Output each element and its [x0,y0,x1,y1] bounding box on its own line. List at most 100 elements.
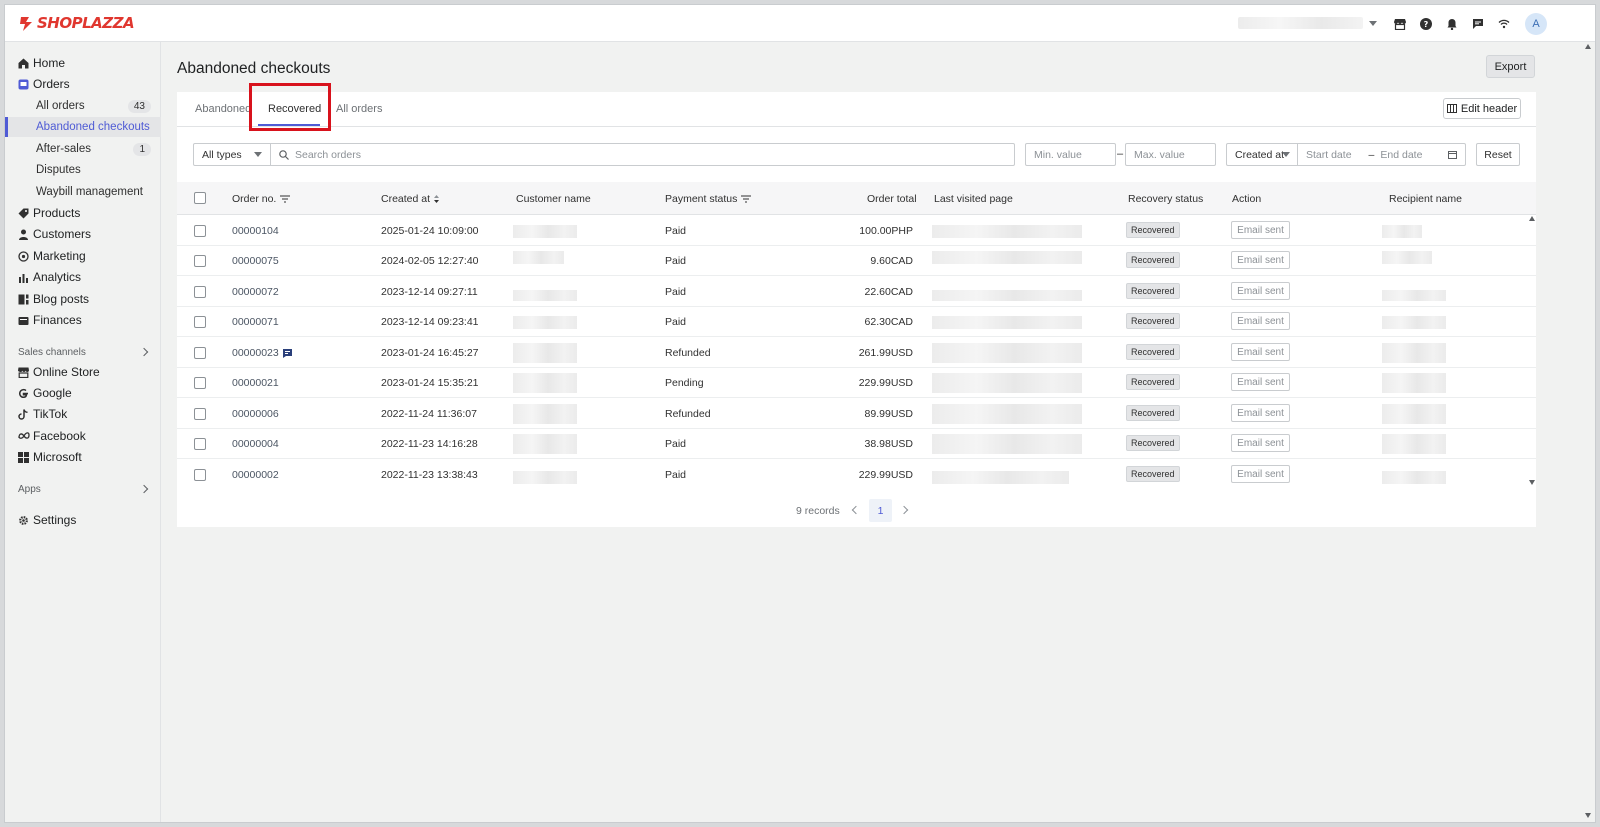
email-sent-button[interactable]: Email sent [1231,404,1290,422]
table-row[interactable]: 00000002 2022-11-23 13:38:43 Paid 229.99… [177,460,1536,490]
sidebar-item-waybill[interactable]: Waybill management [5,182,161,202]
max-value-input[interactable]: Max. value [1125,143,1216,166]
tab-abandoned[interactable]: Abandoned [195,103,251,115]
sidebar-item-facebook[interactable]: Facebook [5,426,161,446]
sidebar-item-tiktok[interactable]: TikTok [5,404,161,424]
sidebar-item-label: All orders [36,100,85,112]
edit-header-button[interactable]: Edit header [1443,98,1521,119]
column-customer-name: Customer name [516,193,591,205]
order-number-link[interactable]: 00000023 [232,347,279,359]
chat-icon[interactable] [1469,15,1487,33]
avatar[interactable]: A [1525,13,1547,35]
row-checkbox[interactable] [194,347,206,359]
order-number-link[interactable]: 00000006 [232,408,279,420]
order-number-link[interactable]: 00000072 [232,286,279,298]
search-input[interactable]: Search orders [270,143,1015,166]
type-select[interactable]: All types [193,143,271,166]
email-sent-button[interactable]: Email sent [1231,282,1290,300]
column-order-no[interactable]: Order no. [232,193,291,205]
export-button[interactable]: Export [1486,55,1535,78]
recovery-status-badge: Recovered [1126,252,1180,268]
order-total-value: 229.99USD [858,469,913,481]
row-checkbox[interactable] [194,408,206,420]
sidebar-item-all-orders[interactable]: All orders 43 [5,96,161,116]
order-number-link[interactable]: 00000075 [232,255,279,267]
filter-icon[interactable] [280,195,291,203]
row-checkbox[interactable] [194,316,206,328]
payment-status-value: Paid [665,225,687,237]
row-checkbox[interactable] [194,255,206,267]
email-sent-button[interactable]: Email sent [1231,373,1290,391]
order-number-link[interactable]: 00000004 [232,438,279,450]
store-icon[interactable] [1391,15,1409,33]
table-row[interactable]: 00000072 2023-12-14 09:27:11 Paid 22.60C… [177,277,1536,307]
table-row[interactable]: 00000006 2022-11-24 11:36:07 Refunded 89… [177,399,1536,429]
order-number-link[interactable]: 00000021 [232,377,279,389]
sidebar-item-disputes[interactable]: Disputes [5,160,161,180]
page-scroll-up-icon[interactable] [1585,44,1591,49]
sort-icon[interactable] [434,195,440,203]
help-icon[interactable]: ? [1417,15,1435,33]
row-checkbox[interactable] [194,438,206,450]
email-sent-button[interactable]: Email sent [1231,312,1290,330]
email-sent-button[interactable]: Email sent [1231,221,1290,239]
chevron-right-icon[interactable] [899,505,909,515]
sidebar-item-settings[interactable]: Settings [5,510,161,530]
shoplazza-logo[interactable]: SHOPLAZZA [18,14,135,32]
table-row[interactable]: 00000023 2023-01-24 16:45:27 Refunded 26… [177,338,1536,368]
column-created-at[interactable]: Created at [381,193,440,205]
microsoft-icon [17,451,30,464]
chevron-left-icon[interactable] [851,505,861,515]
sidebar-item-after-sales[interactable]: After-sales 1 [5,139,161,159]
email-sent-button[interactable]: Email sent [1231,434,1290,452]
tab-all-orders[interactable]: All orders [336,103,382,115]
table-row[interactable]: 00000021 2023-01-24 15:35:21 Pending 229… [177,368,1536,398]
order-number-cell[interactable]: 00000023 [232,347,292,359]
store-selector[interactable] [1238,15,1383,31]
sidebar-item-abandoned-checkouts[interactable]: Abandoned checkouts [5,117,161,137]
order-number-link[interactable]: 00000104 [232,225,279,237]
email-sent-button[interactable]: Email sent [1231,251,1290,269]
table-scroll-down-icon[interactable] [1529,480,1535,485]
email-sent-button[interactable]: Email sent [1231,343,1290,361]
note-icon[interactable] [282,348,292,358]
table-row[interactable]: 00000075 2024-02-05 12:27:40 Paid 9.60CA… [177,246,1536,276]
table-scroll-up-icon[interactable] [1529,216,1535,221]
sidebar-item-home[interactable]: Home [5,53,161,73]
row-checkbox[interactable] [194,225,206,237]
page-scroll-down-icon[interactable] [1585,813,1591,818]
sidebar-section-apps[interactable]: Apps [5,479,161,499]
order-number-link[interactable]: 00000071 [232,316,279,328]
table-row[interactable]: 00000004 2022-11-23 14:16:28 Paid 38.98U… [177,429,1536,459]
sidebar-item-analytics[interactable]: Analytics [5,267,161,287]
select-all-checkbox[interactable] [194,192,206,204]
row-checkbox[interactable] [194,286,206,298]
email-sent-button[interactable]: Email sent [1231,465,1290,483]
table-row[interactable]: 00000071 2023-12-14 09:23:41 Paid 62.30C… [177,307,1536,337]
sidebar-item-finances[interactable]: Finances [5,310,161,330]
row-checkbox[interactable] [194,377,206,389]
reset-button[interactable]: Reset [1476,143,1520,166]
date-field-select[interactable]: Created at [1226,143,1298,166]
sidebar-item-online-store[interactable]: Online Store [5,362,161,382]
filter-icon[interactable] [741,195,752,203]
sidebar-item-customers[interactable]: Customers [5,224,161,244]
min-value-input[interactable]: Min. value [1025,143,1116,166]
order-number-link[interactable]: 00000002 [232,469,279,481]
row-checkbox[interactable] [194,469,206,481]
wifi-icon[interactable] [1495,15,1513,33]
page-number-button[interactable]: 1 [869,499,892,522]
column-payment-status[interactable]: Payment status [665,193,752,205]
sidebar-item-google[interactable]: Google [5,383,161,403]
created-at-value: 2023-12-14 09:23:41 [381,316,479,328]
sidebar-item-products[interactable]: Products [5,203,161,223]
sidebar-item-blog-posts[interactable]: Blog posts [5,289,161,309]
gear-icon [17,514,30,527]
bell-icon[interactable] [1443,15,1461,33]
table-row[interactable]: 00000104 2025-01-24 10:09:00 Paid 100.00… [177,216,1536,246]
date-range-input[interactable]: Start date – End date [1297,143,1466,166]
sidebar-item-marketing[interactable]: Marketing [5,246,161,266]
sidebar-section-sales-channels[interactable]: Sales channels [5,342,161,362]
sidebar-item-orders[interactable]: Orders [5,74,161,94]
sidebar-item-microsoft[interactable]: Microsoft [5,447,161,467]
